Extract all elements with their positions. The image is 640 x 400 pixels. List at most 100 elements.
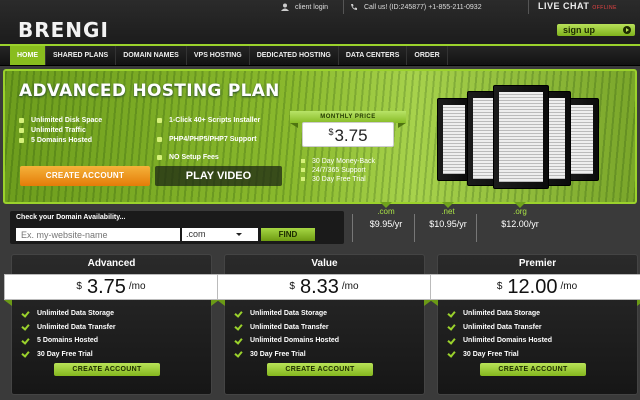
create-account-button[interactable]: CREATE ACCOUNT	[54, 363, 160, 376]
ribbon-fold	[430, 300, 438, 306]
live-chat-status: OFFLINE	[592, 5, 617, 11]
bullet-icon	[157, 154, 162, 160]
sign-up-button[interactable]: sign up	[557, 24, 635, 36]
plan-features: Unlimited Data Storage Unlimited Data Tr…	[22, 307, 116, 361]
perk-item: 30 Day Money-Back	[301, 157, 375, 166]
check-icon	[235, 323, 242, 330]
list-item: Unlimited Data Storage	[235, 307, 339, 321]
divider	[528, 0, 529, 14]
list-item: 30 Day Free Trial	[22, 348, 116, 362]
create-account-button[interactable]: CREATE ACCOUNT	[480, 363, 586, 376]
pointer-icon	[442, 202, 454, 214]
ribbon-fold	[217, 300, 225, 306]
brand-logo[interactable]: BRENGI	[18, 18, 109, 42]
live-chat-link[interactable]: LIVE CHAT OFFLINE	[538, 1, 617, 11]
domain-search-input[interactable]	[16, 228, 180, 241]
plan-price: $12.00/mo	[430, 274, 640, 300]
plan-name: Advanced	[87, 258, 136, 269]
nav-item-home[interactable]: HOME	[10, 46, 46, 65]
live-chat-label: LIVE CHAT	[538, 1, 590, 11]
plan-name: Value	[311, 258, 338, 269]
hero-create-account-button[interactable]: CREATE ACCOUNT	[20, 166, 150, 186]
bullet-icon	[19, 137, 24, 143]
main-nav: HOME SHARED PLANS DOMAIN NAMES VPS HOSTI…	[0, 44, 640, 66]
bullet-icon	[157, 117, 162, 123]
list-item: Unlimited Data Transfer	[235, 321, 339, 335]
perk-item: 30 Day Free Trial	[301, 175, 375, 184]
call-us-text: Call us! (ID:245877) +1-855-211-0932	[350, 3, 482, 11]
hero-title: ADVANCED HOSTING PLAN	[19, 81, 280, 101]
plan-features: Unlimited Data Storage Unlimited Data Tr…	[448, 307, 552, 361]
list-item: Unlimited Data Transfer	[22, 321, 116, 335]
perk-item: 24/7/365 Support	[301, 166, 375, 175]
hero-price: $3.75	[302, 122, 394, 147]
hero-feature: 5 Domains Hosted	[19, 136, 92, 145]
divider	[414, 214, 415, 242]
plan-price: $3.75/mo	[4, 274, 218, 300]
plan-card-advanced: Advanced $3.75/mo Unlimited Data Storage…	[4, 254, 219, 395]
domain-search-label: Check your Domain Availability...	[16, 214, 126, 221]
plan-card-premier: Premier $12.00/mo Unlimited Data Storage…	[430, 254, 640, 395]
check-icon	[22, 310, 29, 317]
list-item: 30 Day Free Trial	[235, 348, 339, 362]
check-icon	[22, 350, 29, 357]
nav-item-domain-names[interactable]: DOMAIN NAMES	[116, 46, 187, 65]
list-item: Unlimited Data Transfer	[448, 321, 552, 335]
nav-item-shared-plans[interactable]: SHARED PLANS	[46, 46, 117, 65]
top-bar: BRENGI client login Call us! (ID:245877)…	[0, 0, 640, 44]
bullet-icon	[157, 136, 162, 142]
divider	[352, 214, 353, 242]
list-item: Unlimited Domains Hosted	[235, 334, 339, 348]
chevron-down-icon	[236, 233, 242, 239]
check-icon	[448, 350, 455, 357]
bullet-icon	[301, 177, 305, 182]
client-login-link[interactable]: client login	[281, 3, 328, 11]
play-video-button[interactable]: PLAY VIDEO	[155, 166, 282, 186]
divider	[476, 214, 477, 242]
list-item: Unlimited Domains Hosted	[448, 334, 552, 348]
create-account-button[interactable]: CREATE ACCOUNT	[267, 363, 373, 376]
hero-feature: Unlimited Traffic	[19, 126, 86, 135]
pointer-icon	[514, 202, 526, 214]
arrow-right-icon	[623, 26, 631, 34]
bullet-icon	[301, 159, 305, 164]
hero-perks: 30 Day Money-Back 24/7/365 Support 30 Da…	[301, 157, 375, 184]
pointer-icon	[380, 202, 392, 214]
hero-banner: ADVANCED HOSTING PLAN Unlimited Disk Spa…	[3, 69, 637, 204]
tld-price-com: .com $9.95/yr	[356, 202, 416, 229]
bullet-icon	[19, 117, 24, 123]
plan-features: Unlimited Data Storage Unlimited Data Tr…	[235, 307, 339, 361]
list-item: Unlimited Data Storage	[22, 307, 116, 321]
nav-item-order[interactable]: ORDER	[407, 46, 448, 65]
check-icon	[235, 310, 242, 317]
tld-select[interactable]: .com	[182, 228, 258, 241]
hero-feature: Unlimited Disk Space	[19, 116, 102, 125]
tld-price-net: .net $10.95/yr	[418, 202, 478, 229]
bullet-icon	[19, 127, 24, 133]
nav-item-dedicated-hosting[interactable]: DEDICATED HOSTING	[250, 46, 339, 65]
check-icon	[235, 337, 242, 344]
sign-up-label: sign up	[563, 25, 595, 35]
monthly-price-badge: MONTHLY PRICE $3.75	[290, 111, 406, 161]
client-login-label: client login	[295, 3, 329, 11]
list-item: Unlimited Data Storage	[448, 307, 552, 321]
phone-icon	[350, 3, 358, 11]
list-item: 30 Day Free Trial	[448, 348, 552, 362]
nav-item-data-centers[interactable]: DATA CENTERS	[339, 46, 408, 65]
check-icon	[448, 323, 455, 330]
domain-search-bar: Check your Domain Availability... .com F…	[10, 211, 344, 244]
check-icon	[22, 323, 29, 330]
tld-select-value: .com	[186, 229, 206, 239]
check-icon	[448, 310, 455, 317]
plan-card-value: Value $8.33/mo Unlimited Data Storage Un…	[217, 254, 432, 395]
find-button[interactable]: FIND	[261, 228, 315, 241]
check-icon	[235, 350, 242, 357]
call-us-label: Call us! (ID:245877) +1-855-211-0932	[364, 3, 482, 11]
tld-price-org: .org $12.00/yr	[490, 202, 550, 229]
check-icon	[22, 337, 29, 344]
bullet-icon	[301, 168, 305, 173]
nav-item-vps-hosting[interactable]: VPS HOSTING	[187, 46, 250, 65]
check-icon	[448, 337, 455, 344]
list-item: 5 Domains Hosted	[22, 334, 116, 348]
hero-feature: 1-Click 40+ Scripts Installer	[157, 116, 287, 125]
